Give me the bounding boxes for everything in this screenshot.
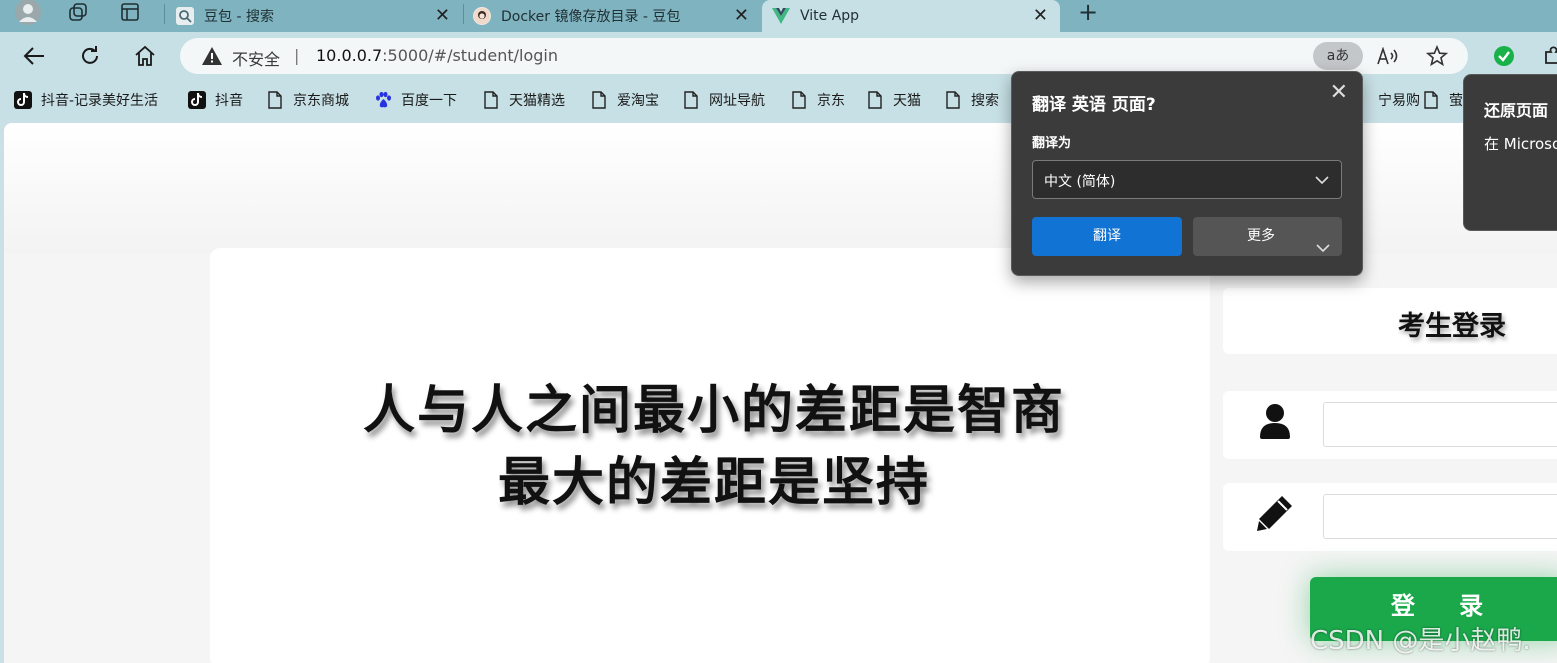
security-label[interactable]: 不安全: [232, 46, 280, 70]
url-host: 10.0.0.7: [316, 46, 383, 65]
bookmark-label: 京东: [817, 93, 845, 109]
tab-close-icon[interactable]: ✕: [435, 5, 450, 26]
bookmark-tmall-select[interactable]: 天猫精选: [482, 90, 565, 110]
bookmark-suning[interactable]: 宁易购: [1378, 90, 1420, 110]
translate-button[interactable]: 翻译: [1032, 217, 1182, 256]
csdn-watermark: CSDN @是小赵鸭.: [1310, 626, 1531, 656]
translate-page-button[interactable]: aあ: [1313, 42, 1363, 70]
page-icon: [1422, 91, 1440, 109]
refresh-button[interactable]: [76, 42, 104, 70]
vue-logo-icon: [772, 7, 790, 25]
translate-popup: 翻译 英语 页面? ✕ 翻译为 中文 (简体) 翻译 更多: [1011, 71, 1363, 276]
login-panel-header: 考生登录: [1223, 288, 1557, 354]
bookmark-tmall[interactable]: 天猫: [866, 90, 921, 110]
url-path: :5000/#/student/login: [382, 46, 558, 65]
url-text[interactable]: 10.0.0.7:5000/#/student/login: [316, 46, 558, 65]
tab-close-icon[interactable]: ✕: [1033, 5, 1048, 26]
selected-language: 中文 (简体): [1044, 174, 1116, 190]
bookmark-label: 搜索: [971, 93, 999, 109]
tab-separator: [164, 4, 165, 24]
page-icon: [866, 91, 884, 109]
tab-title: 豆包 - 搜索: [204, 9, 274, 25]
back-button[interactable]: [20, 42, 48, 70]
bookmark-label: 萤: [1449, 93, 1463, 109]
baidu-paw-icon: [374, 91, 392, 109]
bookmark-nav[interactable]: 网址导航: [682, 90, 765, 110]
address-separator: |: [294, 46, 300, 65]
bookmark-label: 京东商城: [293, 93, 349, 109]
chevron-down-icon: [1315, 173, 1329, 189]
extension-check-icon[interactable]: [1490, 42, 1518, 70]
page-icon: [590, 91, 608, 109]
tab-vite-app[interactable]: Vite App ✕: [762, 0, 1060, 32]
bookmark-label: 天猫: [893, 93, 921, 109]
tab-strip: 豆包 - 搜索 ✕ Docker 镜像存放目录 - 豆包 ✕ Vite App …: [0, 0, 1557, 32]
pencil-icon: [1255, 493, 1295, 533]
bookmark-label: 抖音: [215, 93, 243, 109]
translate-language-select[interactable]: 中文 (简体): [1032, 160, 1342, 199]
username-input[interactable]: [1323, 402, 1557, 447]
restore-page-popup: 还原页面 在 Microso: [1463, 74, 1557, 231]
bookmark-label: 爱淘宝: [617, 93, 659, 109]
page-icon: [682, 91, 700, 109]
profile-avatar-icon[interactable]: [14, 0, 42, 25]
bookmark-label: 宁易购: [1378, 93, 1420, 109]
password-row: [1223, 483, 1557, 551]
tab-title: Docker 镜像存放目录 - 豆包: [501, 9, 681, 25]
restore-popup-title: 还原页面: [1484, 101, 1549, 120]
chevron-down-icon: [1316, 230, 1330, 269]
more-button[interactable]: 更多: [1193, 217, 1342, 256]
bookmark-douyin[interactable]: 抖音: [188, 90, 243, 110]
bookmark-label: 天猫精选: [509, 93, 565, 109]
tiktok-icon: [188, 91, 206, 109]
tab-docker-doubao[interactable]: Docker 镜像存放目录 - 豆包 ✕: [463, 0, 761, 32]
bookmark-jd-mall[interactable]: 京东商城: [266, 90, 349, 110]
tab-close-icon[interactable]: ✕: [734, 5, 749, 26]
page-icon: [482, 91, 500, 109]
address-bar[interactable]: 不安全 | 10.0.0.7:5000/#/student/login aあ: [180, 38, 1468, 74]
restore-popup-text: 在 Microso: [1484, 135, 1557, 153]
page-icon: [944, 91, 962, 109]
tiktok-icon: [14, 91, 32, 109]
bookmark-jd[interactable]: 京东: [790, 90, 845, 110]
search-favicon-icon: [176, 7, 194, 25]
translate-target-label: 翻译为: [1032, 136, 1072, 151]
bookmark-label: 抖音-记录美好生活: [41, 93, 159, 109]
extensions-puzzle-icon[interactable]: [1540, 42, 1557, 70]
bookmark-label: 网址导航: [709, 93, 765, 109]
more-button-label: 更多: [1247, 228, 1275, 244]
user-icon: [1255, 401, 1295, 441]
tab-actions-icon[interactable]: [116, 1, 144, 23]
bookmark-label: 百度一下: [401, 93, 457, 109]
doubao-favicon-icon: [473, 7, 491, 25]
slogan-text: 人与人之间最小的差距是智商 最大的差距是坚持: [274, 375, 1154, 519]
page-icon: [266, 91, 284, 109]
username-row: [1223, 391, 1557, 459]
panel-title: 考生登录: [1398, 311, 1506, 342]
bookmark-partial[interactable]: 萤: [1422, 90, 1463, 110]
bookmark-search[interactable]: 搜索: [944, 90, 999, 110]
translate-popup-title: 翻译 英语 页面?: [1032, 95, 1156, 115]
tab-doubao-search[interactable]: 豆包 - 搜索 ✕: [166, 0, 462, 32]
slogan-line-1: 人与人之间最小的差距是智商: [362, 380, 1065, 441]
close-icon[interactable]: ✕: [1330, 80, 1348, 105]
page-icon: [790, 91, 808, 109]
password-input[interactable]: [1323, 494, 1557, 539]
bookmark-baidu[interactable]: 百度一下: [374, 90, 457, 110]
bookmark-aitaobao[interactable]: 爱淘宝: [590, 90, 659, 110]
workspaces-icon[interactable]: [64, 1, 92, 23]
favorite-star-icon[interactable]: [1424, 44, 1450, 68]
slogan-line-2: 最大的差距是坚持: [497, 452, 930, 513]
new-tab-button[interactable]: +: [1073, 0, 1103, 26]
home-button[interactable]: [131, 42, 159, 70]
tab-title: Vite App: [800, 8, 860, 24]
warning-icon[interactable]: [202, 47, 222, 69]
read-aloud-icon[interactable]: [1375, 44, 1401, 68]
bookmark-douyin-life[interactable]: 抖音-记录美好生活: [14, 90, 158, 110]
